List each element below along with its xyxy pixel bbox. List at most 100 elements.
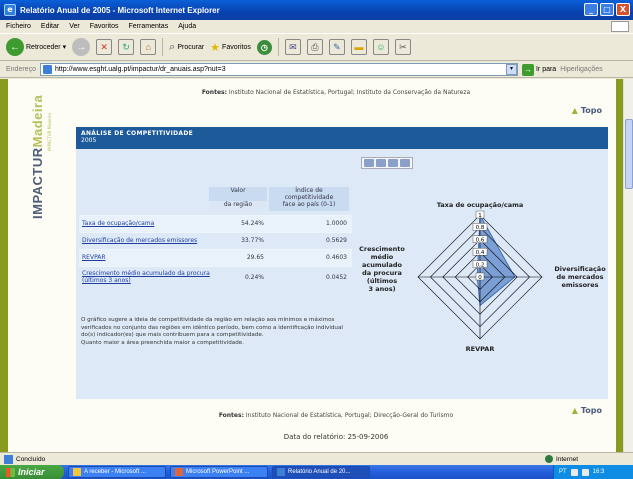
row-index: 0.4603 bbox=[326, 254, 347, 261]
forward-button[interactable]: → bbox=[72, 38, 91, 56]
start-button[interactable]: Iniciar bbox=[0, 465, 64, 479]
brand-subtitle: IMPACTUR Madeira bbox=[47, 113, 52, 151]
page-done-icon bbox=[4, 454, 13, 464]
mail-icon[interactable]: ✉ bbox=[284, 39, 301, 55]
links-button[interactable]: Hiperligações bbox=[560, 66, 602, 73]
brand-word-impactur: IMPACTUR bbox=[30, 147, 45, 219]
print-chart-icon[interactable] bbox=[388, 159, 398, 167]
left-brand-strip: IMPACTURMadeira IMPACTUR Madeira bbox=[8, 79, 56, 452]
sources-bottom: Fontes: Instituto Nacional de Estatístic… bbox=[56, 412, 616, 419]
ie-task-icon bbox=[277, 468, 285, 476]
col-header-value-l2: da região bbox=[223, 201, 253, 208]
print-icon[interactable]: ⎙ bbox=[306, 39, 323, 55]
radar-axis-label-bottom: REVPAR bbox=[466, 345, 495, 353]
radar-axis-label-left: médio bbox=[371, 253, 394, 261]
globe-icon bbox=[544, 455, 553, 463]
system-tray: PT 16:3 bbox=[553, 465, 633, 479]
menu-ver[interactable]: Ver bbox=[69, 23, 80, 30]
back-arrow-icon: ← bbox=[6, 38, 24, 56]
brand-wordmark: IMPACTURMadeira bbox=[30, 95, 45, 219]
note-text: O gráfico sugere a ideia de competitivid… bbox=[81, 317, 343, 339]
table-row: REVPAR 29.65 0.4603 bbox=[79, 249, 352, 266]
zoom-chart-icon[interactable] bbox=[400, 159, 410, 167]
messenger-icon[interactable]: ☺ bbox=[372, 39, 389, 55]
tray-icon[interactable] bbox=[581, 468, 589, 476]
tools-icon[interactable]: ✂ bbox=[394, 39, 411, 55]
stop-icon[interactable]: ✕ bbox=[96, 39, 113, 55]
history-icon[interactable]: ◷ bbox=[256, 39, 272, 55]
report-date: Data do relatório: 25-09-2006 bbox=[283, 433, 389, 441]
tray-icon[interactable] bbox=[570, 468, 578, 476]
window-title-bar[interactable]: e Relatório Anual de 2005 - Microsoft In… bbox=[0, 0, 633, 20]
radar-tick-label: 0,8 bbox=[476, 225, 485, 231]
vertical-scrollbar[interactable] bbox=[623, 79, 633, 452]
search-button[interactable]: ⌕ Procurar bbox=[169, 41, 204, 54]
taskbar: Iniciar A receber - Microsoft ... Micros… bbox=[0, 465, 633, 479]
maximize-button[interactable]: □ bbox=[600, 3, 614, 16]
powerpoint-icon bbox=[175, 468, 183, 476]
col-header-index-l2: competitividade bbox=[284, 194, 334, 201]
row-value: 54.24% bbox=[241, 220, 264, 227]
topo-link-top[interactable]: ▲ Topo bbox=[572, 106, 602, 115]
brand-logo: IMPACTURMadeira IMPACTUR Madeira bbox=[30, 89, 52, 219]
outlook-icon bbox=[73, 468, 81, 476]
clock: 16:3 bbox=[592, 469, 605, 475]
zone-label: Internet bbox=[555, 455, 578, 463]
back-button[interactable]: ← Retroceder ▾ bbox=[6, 38, 66, 56]
taskbar-item-ie[interactable]: Relatório Anual de 20... bbox=[272, 466, 370, 478]
menu-ajuda[interactable]: Ajuda bbox=[178, 23, 196, 30]
edit-icon[interactable]: ✎ bbox=[328, 39, 345, 55]
folder-icon[interactable]: ▬ bbox=[350, 39, 367, 55]
topo-link-bottom[interactable]: ▲ Topo bbox=[572, 406, 602, 415]
save-chart-icon[interactable] bbox=[364, 159, 374, 167]
language-indicator[interactable]: PT bbox=[559, 469, 567, 475]
row-label-link[interactable]: Crescimento médio acumulado da procura (… bbox=[82, 270, 212, 284]
menu-ferramentas[interactable]: Ferramentas bbox=[129, 23, 169, 30]
close-button[interactable]: X bbox=[616, 3, 630, 16]
radar-tick-label: 0,4 bbox=[476, 250, 485, 256]
radar-tick-label: 0 bbox=[478, 275, 482, 281]
menu-editar[interactable]: Editar bbox=[41, 23, 59, 30]
col-header-value-sub: da região bbox=[209, 201, 267, 211]
row-label-link[interactable]: Taxa de ocupação/cama bbox=[82, 220, 212, 227]
status-bar: Concluído Internet bbox=[0, 452, 633, 465]
address-dropdown-icon[interactable]: ▾ bbox=[505, 64, 517, 75]
star-icon: ★ bbox=[210, 41, 221, 54]
go-button[interactable]: → Ir para bbox=[521, 63, 556, 76]
taskbar-item-powerpoint[interactable]: Microsoft PowerPoint ... bbox=[170, 466, 268, 478]
address-url: http://www.esght.ualg.pt/impactur/dr_anu… bbox=[54, 66, 226, 73]
refresh-icon[interactable]: ↻ bbox=[118, 39, 135, 55]
back-label: Retroceder bbox=[26, 43, 61, 51]
row-index: 0.5629 bbox=[326, 237, 347, 244]
row-value: 29.65 bbox=[246, 254, 264, 261]
menu-bar: Ficheiro Editar Ver Favoritos Ferramenta… bbox=[0, 20, 633, 33]
favorites-button[interactable]: ★ Favoritos bbox=[210, 41, 251, 54]
menu-ficheiro[interactable]: Ficheiro bbox=[6, 23, 31, 30]
row-label-link[interactable]: REVPAR bbox=[82, 254, 212, 261]
section-title: ANÁLISE DE COMPETITIVIDADE bbox=[81, 130, 194, 137]
radar-tick-label: 0,2 bbox=[476, 262, 485, 268]
row-label-link[interactable]: Diversificação de mercados emissores bbox=[82, 237, 212, 244]
table-row: Crescimento médio acumulado da procura (… bbox=[79, 266, 352, 288]
scrollbar-thumb[interactable] bbox=[625, 119, 633, 189]
address-label: Endereço bbox=[6, 66, 36, 73]
address-input[interactable]: http://www.esght.ualg.pt/impactur/dr_anu… bbox=[39, 63, 518, 76]
zone-indicator: Internet bbox=[544, 455, 578, 463]
sources-bottom-text: Instituto Nacional de Estatística, Portu… bbox=[245, 412, 454, 419]
chart-note: O gráfico sugere a ideia de competitivid… bbox=[81, 317, 346, 347]
copy-chart-icon[interactable] bbox=[376, 159, 386, 167]
table-row: Taxa de ocupação/cama 54.24% 1.0000 bbox=[79, 215, 352, 232]
minimize-button[interactable]: _ bbox=[584, 3, 598, 16]
home-icon[interactable]: ⌂ bbox=[140, 39, 157, 55]
task-label: Relatório Anual de 20... bbox=[288, 469, 351, 475]
address-bar: Endereço http://www.esght.ualg.pt/impact… bbox=[0, 62, 633, 78]
radar-axis-label-left: 3 anos) bbox=[368, 285, 395, 293]
up-arrow-icon: ▲ bbox=[571, 106, 578, 115]
toolbar-separator bbox=[277, 38, 279, 56]
page-viewport: IMPACTURMadeira IMPACTUR Madeira Fontes:… bbox=[0, 79, 633, 452]
radar-tick-label: 0,6 bbox=[476, 238, 485, 244]
menu-favoritos[interactable]: Favoritos bbox=[90, 23, 119, 30]
windows-logo-icon bbox=[6, 467, 15, 477]
taskbar-item-outlook[interactable]: A receber - Microsoft ... bbox=[68, 466, 166, 478]
go-arrow-icon: → bbox=[521, 63, 534, 76]
